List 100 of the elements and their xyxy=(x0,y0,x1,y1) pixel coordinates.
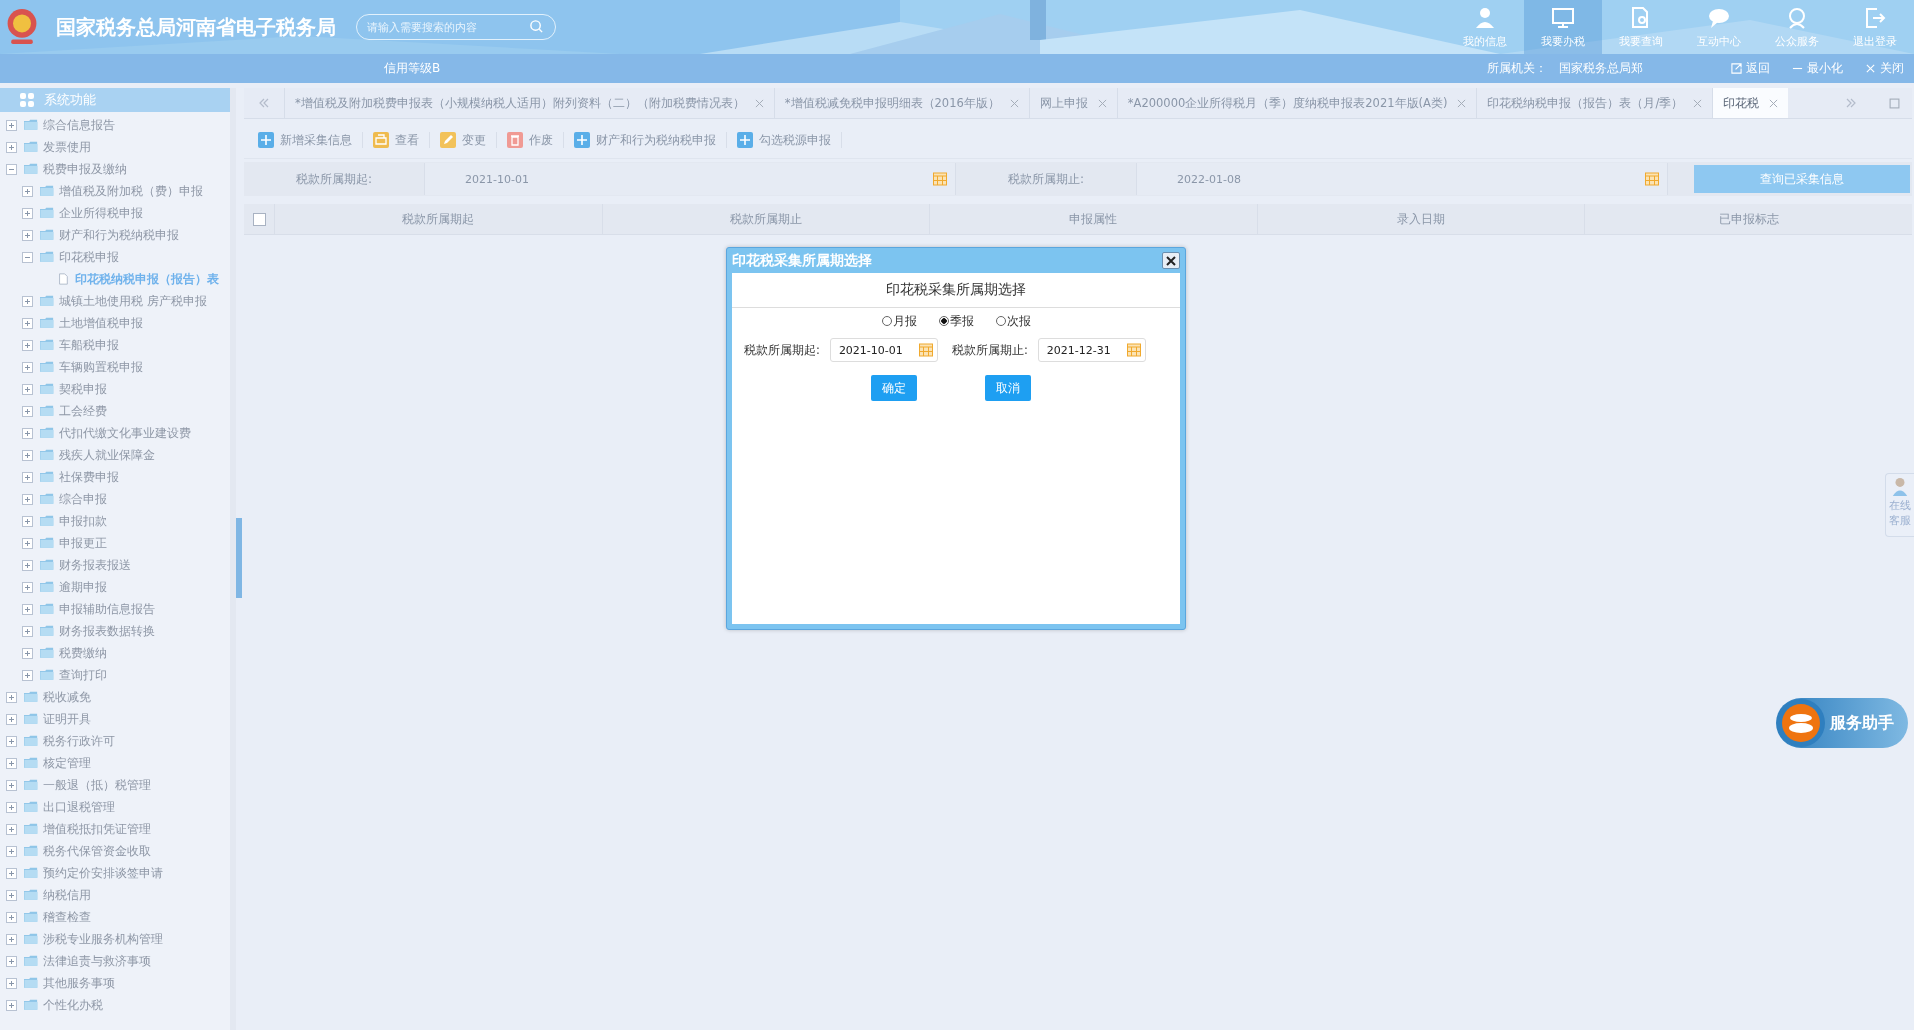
period-radio[interactable]: 次报 xyxy=(995,312,1031,330)
close-icon[interactable] xyxy=(754,98,764,108)
toolbar-button[interactable]: 作废 xyxy=(507,132,564,148)
nav-item[interactable]: 我要办税 xyxy=(1524,0,1602,54)
search-field[interactable]: 请输入需要搜索的内容 xyxy=(356,14,556,40)
toolbar-button[interactable]: 财产和行为税纳税申报 xyxy=(574,132,727,148)
expand-toggle-icon[interactable] xyxy=(22,427,33,439)
tab[interactable]: 网上申报 xyxy=(1028,88,1117,118)
service-assistant-button[interactable]: 服务助手 xyxy=(1776,698,1908,748)
close-icon[interactable] xyxy=(1097,98,1107,108)
radio-circle[interactable] xyxy=(938,316,949,326)
tree-item[interactable]: 税务行政许可 xyxy=(43,733,115,749)
tree-item[interactable]: 申报扣款 xyxy=(59,513,107,529)
expand-toggle-icon[interactable] xyxy=(6,867,17,879)
nav-item[interactable]: 我要查询 xyxy=(1602,0,1680,54)
dialog-button[interactable]: 确定 xyxy=(871,375,917,401)
online-service-button[interactable]: 在线 客服 xyxy=(1885,473,1914,537)
tab[interactable]: 印花税 xyxy=(1712,88,1789,118)
tree-item[interactable]: 税费申报及缴纳 xyxy=(43,161,127,177)
tree-item[interactable]: 综合申报 xyxy=(59,491,107,507)
tree-item[interactable]: 预约定价安排谈签申请 xyxy=(43,865,163,881)
expand-toggle-icon[interactable] xyxy=(6,977,17,989)
expand-toggle-icon[interactable] xyxy=(22,669,33,681)
expand-toggle-icon[interactable] xyxy=(22,537,33,549)
tree-item[interactable]: 发票使用 xyxy=(43,139,91,155)
tree-item[interactable]: 车辆购置税申报 xyxy=(59,359,143,375)
expand-toggle-icon[interactable] xyxy=(22,559,33,571)
expand-toggle-icon[interactable] xyxy=(22,603,33,615)
date-field[interactable]: 2021-10-01 xyxy=(829,338,938,362)
expand-toggle-icon[interactable] xyxy=(6,911,17,923)
date-field[interactable]: 2022-01-08 xyxy=(1136,163,1668,195)
expand-toggle-icon[interactable] xyxy=(6,757,17,769)
tree-item[interactable]: 逾期申报 xyxy=(59,579,107,595)
tree-item[interactable]: 财务报表报送 xyxy=(59,557,131,573)
expand-toggle-icon[interactable] xyxy=(22,581,33,593)
expand-toggle-icon[interactable] xyxy=(22,295,33,307)
scroll-left-icon[interactable] xyxy=(258,98,270,108)
tree-item[interactable]: 增值税及附加税（费）申报 xyxy=(59,183,203,199)
tree-item[interactable]: 一般退（抵）税管理 xyxy=(43,777,151,793)
close-icon[interactable] xyxy=(1693,98,1703,108)
toolbar-button[interactable]: 变更 xyxy=(440,132,497,148)
calendar-icon[interactable] xyxy=(918,343,933,357)
tree-item[interactable]: 出口退税管理 xyxy=(43,799,115,815)
expand-toggle-icon[interactable] xyxy=(6,141,17,153)
expand-toggle-icon[interactable] xyxy=(22,515,33,527)
expand-toggle-icon[interactable] xyxy=(6,823,17,835)
expand-toggle-icon[interactable] xyxy=(6,119,17,131)
tab[interactable]: *增值税减免税申报明细表（2016年版） xyxy=(773,88,1029,118)
tree-item[interactable]: 个性化办税 xyxy=(43,997,103,1013)
expand-toggle-icon[interactable] xyxy=(22,229,33,241)
expand-toggle-icon[interactable] xyxy=(6,999,17,1011)
calendar-icon[interactable] xyxy=(1645,172,1659,186)
tree-item[interactable]: 综合信息报告 xyxy=(43,117,115,133)
expand-toggle-icon[interactable] xyxy=(6,691,17,703)
tree-item[interactable]: 纳税信用 xyxy=(43,887,91,903)
period-radio[interactable]: 季报 xyxy=(938,312,974,330)
expand-toggle-icon[interactable] xyxy=(6,955,17,967)
toolbar-button[interactable]: 勾选税源申报 xyxy=(737,132,842,148)
tree-item[interactable]: 企业所得税申报 xyxy=(59,205,143,221)
expand-toggle-icon[interactable] xyxy=(6,163,17,175)
tree-item[interactable]: 涉税专业服务机构管理 xyxy=(43,931,163,947)
expand-toggle-icon[interactable] xyxy=(22,207,33,219)
tree-item[interactable]: 税务代保管资金收取 xyxy=(43,843,151,859)
expand-toggle-icon[interactable] xyxy=(22,251,33,263)
tree-item[interactable]: 印花税申报 xyxy=(59,249,119,265)
tree-item[interactable]: 社保费申报 xyxy=(59,469,119,485)
expand-toggle-icon[interactable] xyxy=(22,471,33,483)
query-button[interactable]: 查询已采集信息 xyxy=(1694,165,1910,193)
tree-item[interactable]: 城镇土地使用税 房产税申报 xyxy=(59,293,207,309)
tree-item[interactable]: 增值税抵扣凭证管理 xyxy=(43,821,151,837)
scroll-right-icon[interactable] xyxy=(1845,98,1857,108)
expand-toggle-icon[interactable] xyxy=(6,889,17,901)
nav-item[interactable]: 我的信息 xyxy=(1446,0,1524,54)
expand-toggle-icon[interactable] xyxy=(6,735,17,747)
search-icon[interactable] xyxy=(529,19,544,34)
window-action[interactable]: 最小化 xyxy=(1792,60,1843,77)
tree-item[interactable]: 财务报表数据转换 xyxy=(59,623,155,639)
tree-item[interactable]: 残疾人就业保障金 xyxy=(59,447,155,463)
expand-toggle-icon[interactable] xyxy=(6,845,17,857)
close-icon[interactable] xyxy=(1769,98,1779,108)
toolbar-button[interactable]: 新增采集信息 xyxy=(258,132,363,148)
tree-item[interactable]: 契税申报 xyxy=(59,381,107,397)
tree-item[interactable]: 稽查检查 xyxy=(43,909,91,925)
tree-item[interactable]: 印花税纳税申报（报告）表 xyxy=(75,271,219,287)
dialog-button[interactable]: 取消 xyxy=(985,375,1031,401)
date-field[interactable]: 2021-12-31 xyxy=(1037,338,1146,362)
window-action[interactable]: 关闭 xyxy=(1865,60,1904,77)
tree-item[interactable]: 财产和行为税纳税申报 xyxy=(59,227,179,243)
expand-toggle-icon[interactable] xyxy=(22,383,33,395)
tab[interactable]: *A200000企业所得税月（季）度纳税申报表2021年版(A类) xyxy=(1116,88,1477,118)
close-icon[interactable] xyxy=(1457,98,1467,108)
expand-toggle-icon[interactable] xyxy=(22,361,33,373)
select-all-checkbox[interactable] xyxy=(252,212,266,226)
expand-toggle-icon[interactable] xyxy=(22,647,33,659)
tree-item[interactable]: 税收减免 xyxy=(43,689,91,705)
radio-circle[interactable] xyxy=(881,316,892,326)
expand-toggle-icon[interactable] xyxy=(22,405,33,417)
tree-item[interactable]: 核定管理 xyxy=(43,755,91,771)
nav-item[interactable]: 退出登录 xyxy=(1836,0,1914,54)
toolbar-button[interactable]: 查看 xyxy=(373,132,430,148)
